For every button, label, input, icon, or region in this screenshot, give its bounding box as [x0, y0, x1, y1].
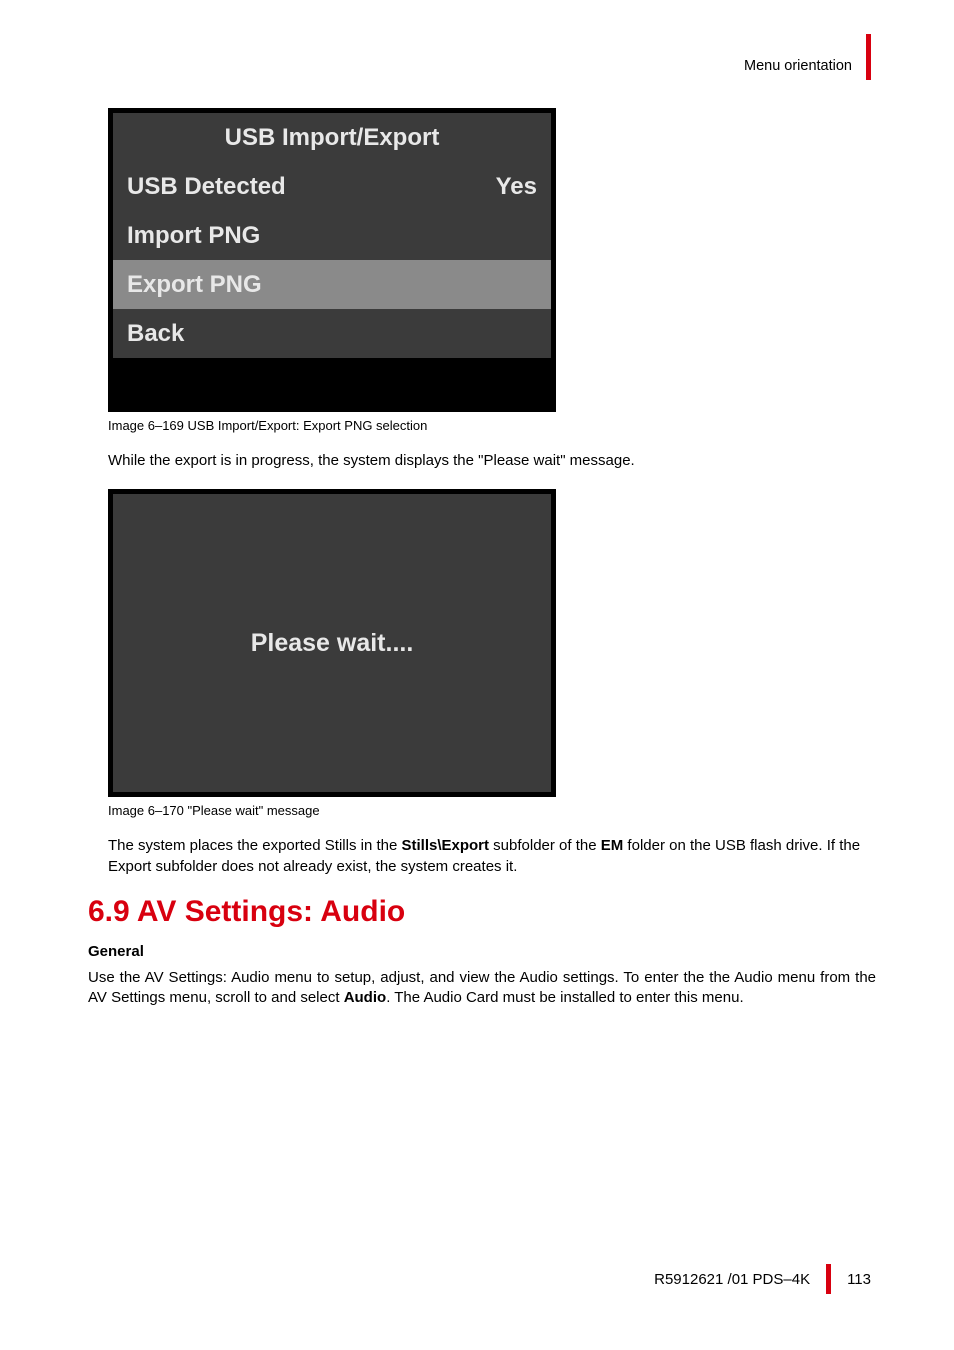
- please-wait-box: Please wait....: [108, 489, 556, 797]
- text-bold: Audio: [344, 989, 387, 1006]
- paragraph-general: Use the AV Settings: Audio menu to setup…: [88, 968, 876, 1009]
- usb-import-export-menu: USB Import/Export USB Detected Yes Impor…: [108, 108, 556, 412]
- paragraph-export-location: The system places the exported Stills in…: [108, 836, 872, 877]
- menu-title: USB Import/Export: [113, 113, 551, 162]
- menu-item-import-png[interactable]: Import PNG: [113, 211, 551, 260]
- menu-item-label: Import PNG: [127, 222, 260, 250]
- text-bold: EM: [601, 837, 624, 854]
- footer-accent-bar: [826, 1264, 831, 1294]
- menu-item-label: Export PNG: [127, 271, 262, 299]
- menu-item-value: Yes: [496, 173, 537, 201]
- figure2-caption: Image 6–170 "Please wait" message: [108, 803, 872, 818]
- text-span: . The Audio Card must be installed to en…: [386, 989, 743, 1006]
- menu-item-usb-detected[interactable]: USB Detected Yes: [113, 162, 551, 211]
- section-heading-av-audio: 6.9 AV Settings: Audio: [88, 895, 872, 929]
- please-wait-message: Please wait....: [113, 494, 551, 792]
- menu-item-label: Back: [127, 320, 184, 348]
- figure1-caption: Image 6–169 USB Import/Export: Export PN…: [108, 418, 872, 433]
- page: Menu orientation USB Import/Export USB D…: [0, 0, 954, 1350]
- footer-doc-id: R5912621 /01 PDS–4K: [654, 1271, 810, 1288]
- menu-item-back[interactable]: Back: [113, 309, 551, 358]
- header-section-label: Menu orientation: [744, 58, 852, 74]
- paragraph-export-progress: While the export is in progress, the sys…: [108, 451, 872, 471]
- menu-item-export-png[interactable]: Export PNG: [113, 260, 551, 309]
- sub-heading-general: General: [88, 943, 872, 960]
- header-accent-bar: [866, 34, 871, 80]
- main-content: USB Import/Export USB Detected Yes Impor…: [108, 108, 872, 1018]
- footer-page-number: 113: [847, 1271, 871, 1288]
- menu-item-label: USB Detected: [127, 173, 286, 201]
- menu-empty-row: [113, 358, 551, 407]
- page-footer: R5912621 /01 PDS–4K 113: [654, 1264, 871, 1294]
- text-span: subfolder of the: [489, 837, 601, 854]
- text-bold: Stills\Export: [401, 837, 489, 854]
- text-span: The system places the exported Stills in…: [108, 837, 401, 854]
